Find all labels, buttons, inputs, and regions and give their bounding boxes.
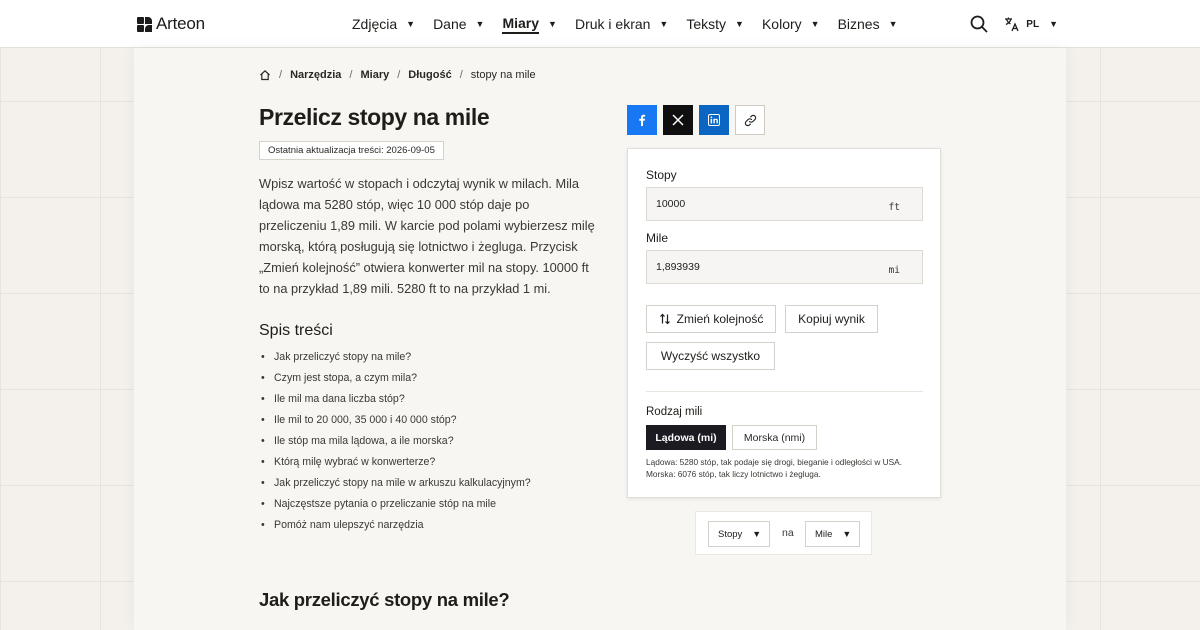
caret-down-icon: ▼ bbox=[406, 19, 416, 29]
brand-logo-mark bbox=[137, 16, 152, 32]
swap-arrows-icon bbox=[659, 313, 671, 325]
caret-down-icon: ▼ bbox=[548, 19, 557, 29]
nav-item-label: Dane bbox=[433, 16, 467, 32]
caret-down-icon: ▼ bbox=[810, 19, 820, 29]
swap-order-label: Zmień kolejność bbox=[676, 312, 764, 326]
toc-link[interactable]: Którą milę wybrać w konwerterze? bbox=[259, 453, 531, 474]
search-icon[interactable] bbox=[970, 15, 988, 33]
breadcrumb-separator: / bbox=[279, 69, 283, 81]
nav-item-label: Zdjęcia bbox=[352, 16, 398, 32]
swap-order-button[interactable]: Zmień kolejność bbox=[646, 305, 776, 333]
caret-down-icon: ▼ bbox=[735, 19, 744, 29]
caret-down-icon: ▼ bbox=[888, 19, 898, 29]
miles-input[interactable]: 1,893939 mi bbox=[646, 250, 923, 284]
nav-tools: PL ▼ bbox=[970, 0, 1058, 48]
breadcrumb-separator: / bbox=[349, 69, 353, 81]
toc-link[interactable]: Jak przeliczyć stopy na mile? bbox=[259, 348, 531, 369]
unit-separator: na bbox=[782, 527, 794, 539]
breadcrumb-link-narzedzia[interactable]: Narzędzia bbox=[290, 69, 341, 81]
toc-link[interactable]: Jak przeliczyć stopy na mile w arkuszu k… bbox=[259, 474, 531, 495]
feet-field-label: Stopy bbox=[646, 168, 677, 182]
unit-switch: Stopy ▼ na Mile ▼ bbox=[695, 511, 872, 555]
language-selector[interactable]: PL ▼ bbox=[1004, 16, 1058, 32]
x-icon bbox=[672, 114, 684, 126]
translate-icon bbox=[1004, 16, 1020, 32]
nav-item-kolory[interactable]: Kolory ▼ bbox=[762, 0, 820, 48]
share-x-button[interactable] bbox=[663, 105, 693, 135]
nav-item-dane[interactable]: Dane ▼ bbox=[433, 0, 484, 48]
link-icon bbox=[744, 114, 757, 127]
to-unit-value: Mile bbox=[815, 528, 833, 540]
share-buttons bbox=[627, 105, 765, 135]
mile-type-label: Rodzaj mili bbox=[646, 406, 703, 418]
nav-item-teksty[interactable]: Teksty ▼ bbox=[686, 0, 744, 48]
copy-result-label: Kopiuj wynik bbox=[798, 312, 865, 326]
breadcrumb: / Narzędzia / Miary / Długość / stopy na… bbox=[259, 69, 536, 81]
toc-link[interactable]: Ile mil ma dana liczba stóp? bbox=[259, 390, 531, 411]
from-unit-select[interactable]: Stopy ▼ bbox=[708, 521, 770, 547]
mile-type-note: Lądowa: 5280 stóp, tak podaje się drogi,… bbox=[646, 457, 902, 479]
nav-item-zdjecia[interactable]: Zdjęcia ▼ bbox=[352, 0, 415, 48]
caret-down-icon: ▼ bbox=[475, 19, 485, 29]
intro-paragraph: Wpisz wartość w stopach i odczytaj wynik… bbox=[259, 176, 595, 296]
breadcrumb-link-miary[interactable]: Miary bbox=[360, 69, 389, 81]
nav-item-druk-i-ekran[interactable]: Druk i ekran ▼ bbox=[575, 0, 668, 48]
caret-down-icon: ▼ bbox=[752, 529, 762, 539]
home-icon[interactable] bbox=[259, 69, 271, 81]
toc-link[interactable]: Pomóż nam ulepszyć narzędzia bbox=[259, 516, 531, 537]
toc-link[interactable]: Czym jest stopa, a czym mila? bbox=[259, 369, 531, 390]
share-facebook-button[interactable] bbox=[627, 105, 657, 135]
toc-link[interactable]: Ile mil to 20 000, 35 000 i 40 000 stóp? bbox=[259, 411, 531, 432]
clear-all-label: Wyczyść wszystko bbox=[660, 349, 761, 363]
copy-result-button[interactable]: Kopiuj wynik bbox=[785, 305, 878, 333]
nav-item-label: Miary bbox=[502, 15, 540, 34]
nav-item-biznes[interactable]: Biznes ▼ bbox=[838, 0, 898, 48]
to-unit-select[interactable]: Mile ▼ bbox=[805, 521, 860, 547]
brand-logo[interactable]: Arteon bbox=[137, 14, 205, 34]
nav-item-label: Biznes bbox=[837, 16, 880, 32]
breadcrumb-link-dlugosc[interactable]: Długość bbox=[408, 69, 451, 81]
miles-unit-label: mi bbox=[888, 265, 900, 276]
last-updated-badge: Ostatnia aktualizacja treści: 2026-09-05 bbox=[259, 141, 444, 160]
toc-heading: Spis treści bbox=[259, 322, 333, 339]
share-linkedin-button[interactable] bbox=[699, 105, 729, 135]
clear-all-button[interactable]: Wyczyść wszystko bbox=[646, 342, 775, 370]
nav-item-label: Teksty bbox=[686, 16, 727, 32]
nav-item-label: Kolory bbox=[761, 16, 802, 32]
from-unit-value: Stopy bbox=[718, 528, 743, 540]
nav-item-miary[interactable]: Miary ▼ bbox=[502, 0, 557, 48]
feet-input[interactable]: 10000 ft bbox=[646, 187, 923, 221]
language-code: PL bbox=[1026, 18, 1040, 30]
page-title: Przelicz stopy na mile bbox=[259, 104, 490, 130]
feet-unit-label: ft bbox=[888, 202, 900, 213]
nav-item-label: Druk i ekran bbox=[574, 16, 651, 32]
miles-field-label: Mile bbox=[646, 231, 669, 245]
divider bbox=[646, 391, 923, 392]
mile-type-statute-button[interactable]: Lądowa (mi) bbox=[646, 425, 726, 450]
linkedin-icon bbox=[708, 114, 720, 126]
breadcrumb-current: stopy na mile bbox=[470, 69, 536, 81]
mile-type-nautical-button[interactable]: Morska (nmi) bbox=[732, 425, 817, 450]
feet-input-value: 10000 bbox=[656, 198, 686, 210]
miles-input-value: 1,893939 bbox=[656, 261, 700, 273]
copy-link-button[interactable] bbox=[735, 105, 765, 135]
top-navigation-bar: Arteon Zdjęcia ▼ Dane ▼ Miary ▼ Druk i e… bbox=[0, 0, 1200, 48]
brand-name: Arteon bbox=[156, 14, 205, 33]
table-of-contents: Jak przeliczyć stopy na mile? Czym jest … bbox=[259, 348, 531, 537]
toc-link[interactable]: Ile stóp ma mila lądowa, a ile morska? bbox=[259, 432, 531, 453]
breadcrumb-separator: / bbox=[459, 69, 463, 81]
caret-down-icon: ▼ bbox=[842, 529, 852, 539]
facebook-icon bbox=[636, 114, 648, 126]
caret-down-icon: ▼ bbox=[659, 19, 669, 29]
caret-down-icon: ▼ bbox=[1049, 19, 1058, 29]
main-menu: Zdjęcia ▼ Dane ▼ Miary ▼ Druk i ekran ▼ … bbox=[352, 0, 916, 48]
breadcrumb-separator: / bbox=[397, 69, 401, 81]
section-heading: Jak przeliczyć stopy na mile? bbox=[259, 589, 510, 610]
converter-card: Stopy 10000 ft Mile 1,893939 mi Zmień ko… bbox=[627, 148, 941, 498]
toc-link[interactable]: Najczęstsze pytania o przeliczanie stóp … bbox=[259, 495, 531, 516]
